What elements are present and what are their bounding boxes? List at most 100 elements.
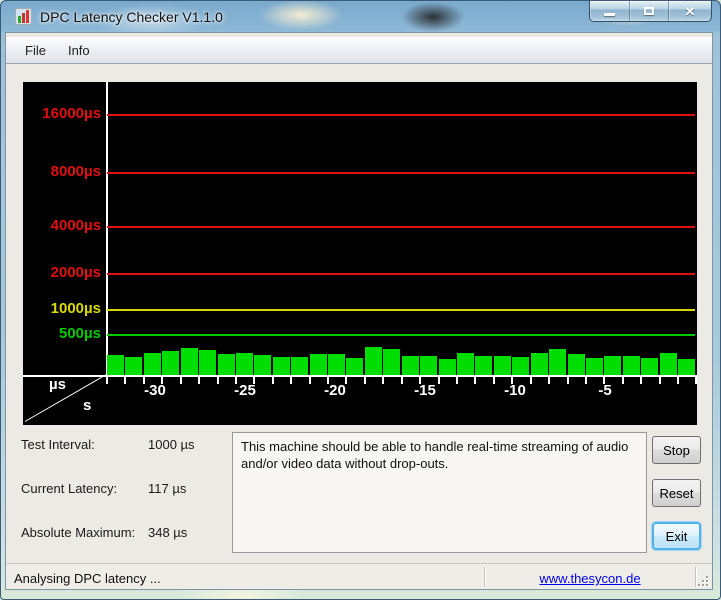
- resize-grip[interactable]: [697, 575, 709, 587]
- close-button[interactable]: ✕: [668, 1, 711, 21]
- threshold-line-2000: [107, 273, 695, 275]
- axis-corner-diagonal: [24, 373, 108, 422]
- y-unit-label: µs: [49, 376, 66, 393]
- stat-label: Absolute Maximum:: [21, 525, 136, 540]
- menu-item-info[interactable]: Info: [57, 39, 101, 62]
- stat-value: 1000 µs: [148, 437, 195, 452]
- stop-button[interactable]: Stop: [652, 436, 701, 464]
- caption-button-group: ✕: [589, 1, 712, 22]
- thesycon-link[interactable]: www.thesycon.de: [539, 571, 640, 586]
- latency-bar: [439, 359, 456, 375]
- latency-bar: [291, 357, 308, 375]
- x-axis-tick: [659, 377, 661, 384]
- x-tick-label: -20: [324, 382, 346, 399]
- x-tick-label: -5: [598, 382, 612, 399]
- latency-bar: [402, 356, 419, 375]
- window-title: DPC Latency Checker V1.1.0: [40, 8, 223, 25]
- title-group: DPC Latency Checker V1.1.0: [15, 8, 223, 25]
- stat-label: Test Interval:: [21, 437, 95, 452]
- x-axis-tick: [290, 377, 292, 384]
- latency-bar: [660, 353, 677, 375]
- latency-bar: [144, 353, 161, 375]
- minimize-button[interactable]: [590, 1, 629, 21]
- latency-bar: [604, 356, 621, 375]
- app-bar-chart-icon: [15, 8, 32, 25]
- latency-bar: [494, 356, 511, 375]
- status-link-pane: www.thesycon.de: [485, 571, 695, 586]
- chart-plot: µs s 16000µs 8000µs 4000µs 2000µs 1000µs 500µ…: [23, 82, 697, 425]
- x-unit-label: s: [83, 397, 92, 414]
- reset-button[interactable]: Reset: [652, 479, 701, 507]
- app-window: DPC Latency Checker V1.1.0 ✕ File Info µ…: [0, 0, 721, 600]
- latency-bar: [623, 356, 640, 375]
- stat-label: Current Latency:: [21, 481, 118, 496]
- latency-bar: [254, 355, 271, 375]
- threshold-label-2000: 2000µs: [50, 264, 101, 281]
- x-axis-tick: [567, 377, 569, 384]
- latency-bar: [641, 358, 658, 375]
- x-axis-tick: [364, 377, 366, 384]
- latency-bar: [273, 357, 290, 375]
- threshold-label-1000: 1000µs: [50, 300, 101, 317]
- minimize-icon: [604, 12, 615, 16]
- latency-bar: [586, 358, 603, 375]
- maximize-icon: [644, 7, 654, 15]
- threshold-label-500: 500µs: [58, 325, 101, 342]
- status-bar: Analysing DPC latency ... www.thesycon.d…: [6, 563, 712, 589]
- x-axis-tick: [548, 377, 550, 384]
- latency-bar: [383, 349, 400, 375]
- menu-item-file[interactable]: File: [14, 39, 57, 62]
- threshold-label-4000: 4000µs: [50, 217, 101, 234]
- threshold-line-4000: [107, 226, 695, 228]
- x-axis-tick: [106, 377, 108, 384]
- y-axis-line: [106, 82, 108, 377]
- x-axis-tick: [124, 377, 126, 384]
- status-text: Analysing DPC latency ...: [14, 571, 161, 586]
- threshold-label-16000: 16000µs: [42, 105, 101, 122]
- latency-bar: [107, 355, 124, 375]
- latency-bar: [568, 354, 585, 375]
- latency-bar: [125, 357, 142, 375]
- latency-bar: [236, 353, 253, 375]
- title-bar[interactable]: DPC Latency Checker V1.1.0 ✕: [1, 1, 720, 33]
- x-axis-tick: [382, 377, 384, 384]
- x-tick-label: -30: [144, 382, 166, 399]
- threshold-label-8000: 8000µs: [50, 163, 101, 180]
- latency-bar: [346, 358, 363, 375]
- x-tick-label: -25: [234, 382, 256, 399]
- close-icon: ✕: [684, 3, 696, 19]
- latency-bar: [457, 353, 474, 375]
- x-axis-tick: [180, 377, 182, 384]
- client-area: File Info µs s 16000µs 8000µs 4000µs 2000µs…: [6, 33, 712, 589]
- exit-button[interactable]: Exit: [652, 522, 701, 550]
- maximize-button[interactable]: [629, 1, 668, 21]
- latency-bar: [475, 356, 492, 375]
- x-axis-tick: [695, 377, 697, 384]
- x-axis-tick: [456, 377, 458, 384]
- stat-row-test-interval: Test Interval: 1000 µs: [21, 437, 231, 452]
- latency-bar: [328, 354, 345, 375]
- latency-bar: [310, 354, 327, 375]
- latency-bar: [678, 359, 695, 375]
- latency-bar: [512, 357, 529, 375]
- x-axis-tick: [217, 377, 219, 384]
- x-tick-label: -15: [414, 382, 436, 399]
- latency-bar: [162, 351, 179, 375]
- latency-bar: [181, 348, 198, 375]
- latency-bar: [218, 354, 235, 375]
- threshold-line-8000: [107, 172, 695, 174]
- stat-row-absolute-maximum: Absolute Maximum: 348 µs: [21, 525, 231, 540]
- latency-bar: [199, 350, 216, 375]
- stat-row-current-latency: Current Latency: 117 µs: [21, 481, 231, 496]
- threshold-line-500: [107, 334, 695, 336]
- result-message-box: This machine should be able to handle re…: [232, 432, 647, 553]
- threshold-line-16000: [107, 114, 695, 116]
- latency-bar: [549, 349, 566, 375]
- x-tick-label: -10: [504, 382, 526, 399]
- stat-value: 348 µs: [148, 525, 188, 540]
- x-axis-tick: [677, 377, 679, 384]
- x-axis-tick: [640, 377, 642, 384]
- x-axis-tick: [474, 377, 476, 384]
- x-axis-tick: [198, 377, 200, 384]
- status-separator: [695, 567, 696, 587]
